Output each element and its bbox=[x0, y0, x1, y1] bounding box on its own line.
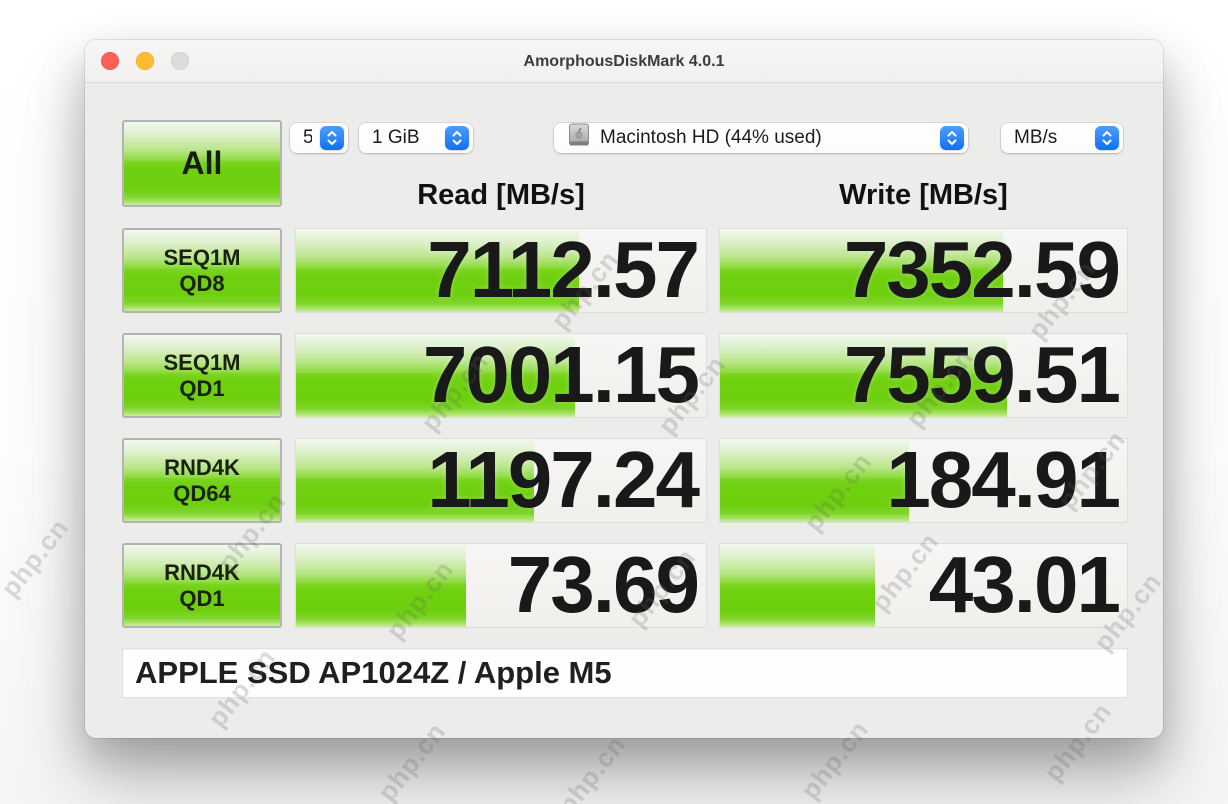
target-volume-value: Macintosh HD (44% used) bbox=[600, 127, 932, 149]
test-name-label: RND4K bbox=[164, 455, 240, 481]
benchmark-row: RND4K QD1 73.69 43.01 bbox=[122, 543, 1128, 628]
unit-popup[interactable]: MB/s bbox=[1001, 123, 1123, 153]
screenshot-stage: AmorphousDiskMark 4.0.1 All 5 1 GiB bbox=[0, 0, 1228, 804]
write-result-cell: 7559.51 bbox=[719, 333, 1128, 418]
write-bar bbox=[720, 439, 909, 522]
run-all-tests-button[interactable]: All bbox=[122, 120, 282, 207]
read-value: 1197.24 bbox=[427, 438, 698, 523]
read-value: 73.69 bbox=[508, 543, 698, 628]
hard-drive-icon bbox=[568, 123, 590, 154]
run-test-button[interactable]: SEQ1M QD1 bbox=[122, 333, 282, 418]
write-result-cell: 7352.59 bbox=[719, 228, 1128, 313]
read-value: 7112.57 bbox=[427, 228, 698, 313]
read-result-cell: 7001.15 bbox=[295, 333, 707, 418]
queue-depth-label: QD8 bbox=[179, 271, 224, 297]
stepper-icon bbox=[940, 126, 964, 150]
trial-count-popup[interactable]: 5 bbox=[290, 123, 348, 153]
trial-count-value: 5 bbox=[303, 127, 312, 149]
read-bar bbox=[296, 544, 466, 627]
test-name-label: RND4K bbox=[164, 560, 240, 586]
benchmark-rows: SEQ1M QD8 7112.57 7352.59 SEQ1M QD1 7001… bbox=[122, 228, 1128, 648]
test-name-label: SEQ1M bbox=[163, 350, 240, 376]
run-test-button[interactable]: SEQ1M QD8 bbox=[122, 228, 282, 313]
queue-depth-label: QD1 bbox=[179, 586, 224, 612]
target-volume-popup[interactable]: Macintosh HD (44% used) bbox=[554, 123, 968, 153]
benchmark-row: SEQ1M QD8 7112.57 7352.59 bbox=[122, 228, 1128, 313]
write-value: 7559.51 bbox=[844, 333, 1119, 418]
test-size-value: 1 GiB bbox=[372, 127, 437, 149]
write-value: 184.91 bbox=[886, 438, 1119, 523]
write-result-cell: 184.91 bbox=[719, 438, 1128, 523]
benchmark-row: SEQ1M QD1 7001.15 7559.51 bbox=[122, 333, 1128, 418]
app-window: AmorphousDiskMark 4.0.1 All 5 1 GiB bbox=[85, 40, 1163, 738]
watermark-text: php.cn bbox=[552, 730, 633, 804]
write-value: 43.01 bbox=[929, 543, 1119, 628]
test-name-label: SEQ1M bbox=[163, 245, 240, 271]
read-result-cell: 1197.24 bbox=[295, 438, 707, 523]
queue-depth-label: QD1 bbox=[179, 376, 224, 402]
queue-depth-label: QD64 bbox=[173, 481, 230, 507]
write-result-cell: 43.01 bbox=[719, 543, 1128, 628]
run-test-button[interactable]: RND4K QD64 bbox=[122, 438, 282, 523]
test-size-popup[interactable]: 1 GiB bbox=[359, 123, 473, 153]
unit-value: MB/s bbox=[1014, 127, 1087, 149]
watermark-text: php.cn bbox=[0, 513, 75, 604]
benchmark-row: RND4K QD64 1197.24 184.91 bbox=[122, 438, 1128, 523]
stepper-icon bbox=[1095, 126, 1119, 150]
run-test-button[interactable]: RND4K QD1 bbox=[122, 543, 282, 628]
window-title: AmorphousDiskMark 4.0.1 bbox=[85, 40, 1163, 82]
write-column-header: Write [MB/s] bbox=[719, 177, 1128, 213]
write-value: 7352.59 bbox=[844, 228, 1119, 313]
read-result-cell: 73.69 bbox=[295, 543, 707, 628]
device-info-field[interactable]: APPLE SSD AP1024Z / Apple M5 bbox=[122, 648, 1128, 698]
read-value: 7001.15 bbox=[423, 333, 698, 418]
stepper-icon bbox=[320, 126, 344, 150]
device-info-text: APPLE SSD AP1024Z / Apple M5 bbox=[135, 655, 612, 691]
stepper-icon bbox=[445, 126, 469, 150]
titlebar[interactable]: AmorphousDiskMark 4.0.1 bbox=[85, 40, 1163, 83]
write-bar bbox=[720, 544, 875, 627]
read-column-header: Read [MB/s] bbox=[295, 177, 707, 213]
read-result-cell: 7112.57 bbox=[295, 228, 707, 313]
